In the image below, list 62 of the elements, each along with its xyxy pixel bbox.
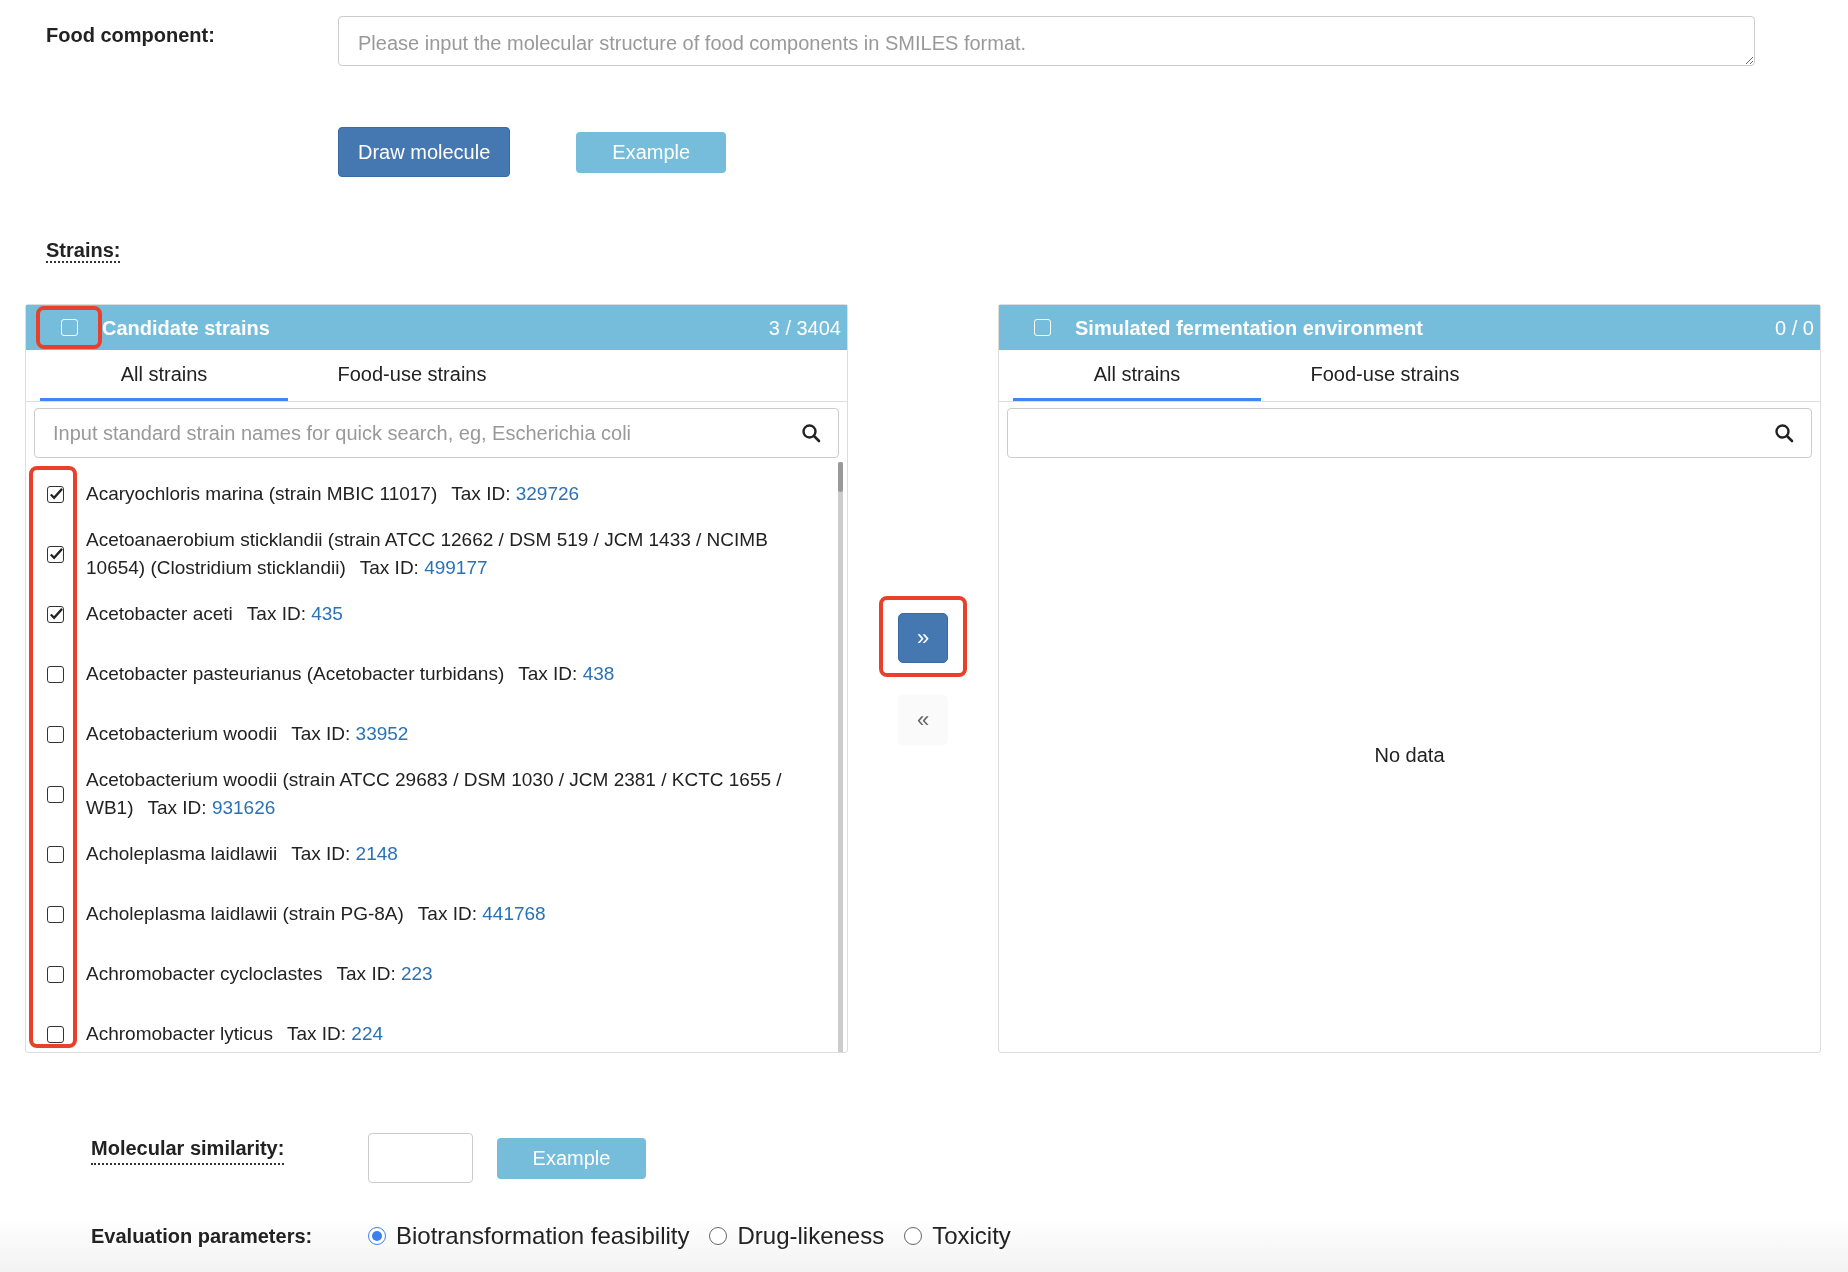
similarity-input[interactable] xyxy=(368,1133,473,1183)
tab[interactable]: Food-use strains xyxy=(288,350,536,401)
tax-id-link[interactable]: 33952 xyxy=(355,723,409,744)
check-icon xyxy=(48,546,63,562)
checkbox[interactable] xyxy=(47,665,64,683)
field-label: Evaluation parameters: xyxy=(91,1224,314,1249)
check-icon xyxy=(48,486,63,502)
tax-id-link[interactable]: 499177 xyxy=(424,557,488,578)
search-field[interactable]: Input standard strain names for quick search, eg, Escherichia coli xyxy=(34,408,839,458)
checkbox[interactable] xyxy=(47,1025,64,1043)
tax-id-link[interactable]: 441768 xyxy=(482,903,546,924)
section-label: Strains: xyxy=(46,239,121,263)
action-button[interactable]: Draw molecule xyxy=(338,127,511,177)
radio-button[interactable] xyxy=(709,1227,728,1245)
tab[interactable]: All strains xyxy=(40,350,288,401)
checkbox[interactable] xyxy=(47,845,64,863)
strain-entry: Acetoanaerobium sticklandii (strain ATCC 12662 / DSM 519 / JCM 1433 / NCIMB 10654) (Clostridium sticklandii) Tax ID: 499177 xyxy=(86,528,769,580)
strain-entry: Acaryochloris marina (strain MBIC 11017) Tax ID: 329726 xyxy=(86,482,580,506)
field-label: Food component: xyxy=(46,23,216,48)
tax-id-link[interactable]: 438 xyxy=(582,663,615,684)
smiles-input[interactable]: Please input the molecular structure of food components in SMILES format. xyxy=(338,16,1755,66)
radio-label: Toxicity xyxy=(932,1221,1011,1251)
search-icon[interactable] xyxy=(801,423,821,443)
tax-id-link[interactable]: 2148 xyxy=(355,843,398,864)
radio-button[interactable] xyxy=(904,1227,923,1245)
strain-entry: Achromobacter lyticus Tax ID: 224 xyxy=(86,1022,383,1046)
strain-entry: Achromobacter cycloclastes Tax ID: 223 xyxy=(86,962,433,986)
tab[interactable]: Food-use strains xyxy=(1261,350,1509,401)
checkbox[interactable] xyxy=(47,725,64,743)
checkbox[interactable] xyxy=(47,785,64,803)
strain-entry: Acetobacter aceti Tax ID: 435 xyxy=(86,602,343,626)
radio-label: Biotransformation feasibility xyxy=(396,1221,690,1251)
radio-label: Drug-likeness xyxy=(737,1221,885,1251)
strain-entry: Acetobacterium woodii (strain ATCC 29683 / DSM 1030 / JCM 2381 / KCTC 1655 / WB1) Tax ID: 931626 xyxy=(86,768,783,820)
checked-checkbox[interactable] xyxy=(47,545,64,563)
strain-entry: Acetobacter pasteurianus (Acetobacter turbidans) Tax ID: 438 xyxy=(86,662,615,686)
tax-id-link[interactable]: 931626 xyxy=(211,797,276,818)
section-label: Molecular similarity: xyxy=(91,1133,285,1165)
strain-entry: Acholeplasma laidlawii Tax ID: 2148 xyxy=(86,842,398,866)
checked-checkbox[interactable] xyxy=(47,605,64,623)
search-icon[interactable] xyxy=(1774,423,1794,443)
strain-entry: Acetobacterium woodii Tax ID: 33952 xyxy=(86,722,409,746)
panel-title: Simulated fermentation environment xyxy=(1075,315,1423,341)
empty-message: No data xyxy=(1374,743,1445,768)
check-icon xyxy=(48,606,63,622)
tax-id-link[interactable]: 435 xyxy=(311,603,343,624)
search-field[interactable] xyxy=(1007,408,1812,458)
checkbox[interactable] xyxy=(47,905,64,923)
scrollbar[interactable] xyxy=(838,462,843,1052)
tab[interactable]: All strains xyxy=(1013,350,1261,401)
tax-id-link[interactable]: 329726 xyxy=(515,483,580,504)
tax-id-link[interactable]: 223 xyxy=(400,963,433,984)
panel-title: Candidate strains xyxy=(102,315,270,341)
checked-checkbox[interactable] xyxy=(47,485,64,503)
transfer-button[interactable]: « xyxy=(898,694,948,745)
radio-button[interactable] xyxy=(368,1227,386,1245)
selection-count: 0 / 0 xyxy=(1775,315,1814,341)
strain-entry: Acholeplasma laidlawii (strain PG-8A) Tax ID: 441768 xyxy=(86,902,546,926)
transfer-button[interactable]: » xyxy=(898,612,948,663)
selection-count: 3 / 3404 xyxy=(768,315,841,341)
tax-id-link[interactable]: 224 xyxy=(351,1023,383,1044)
checkbox[interactable] xyxy=(47,965,64,983)
